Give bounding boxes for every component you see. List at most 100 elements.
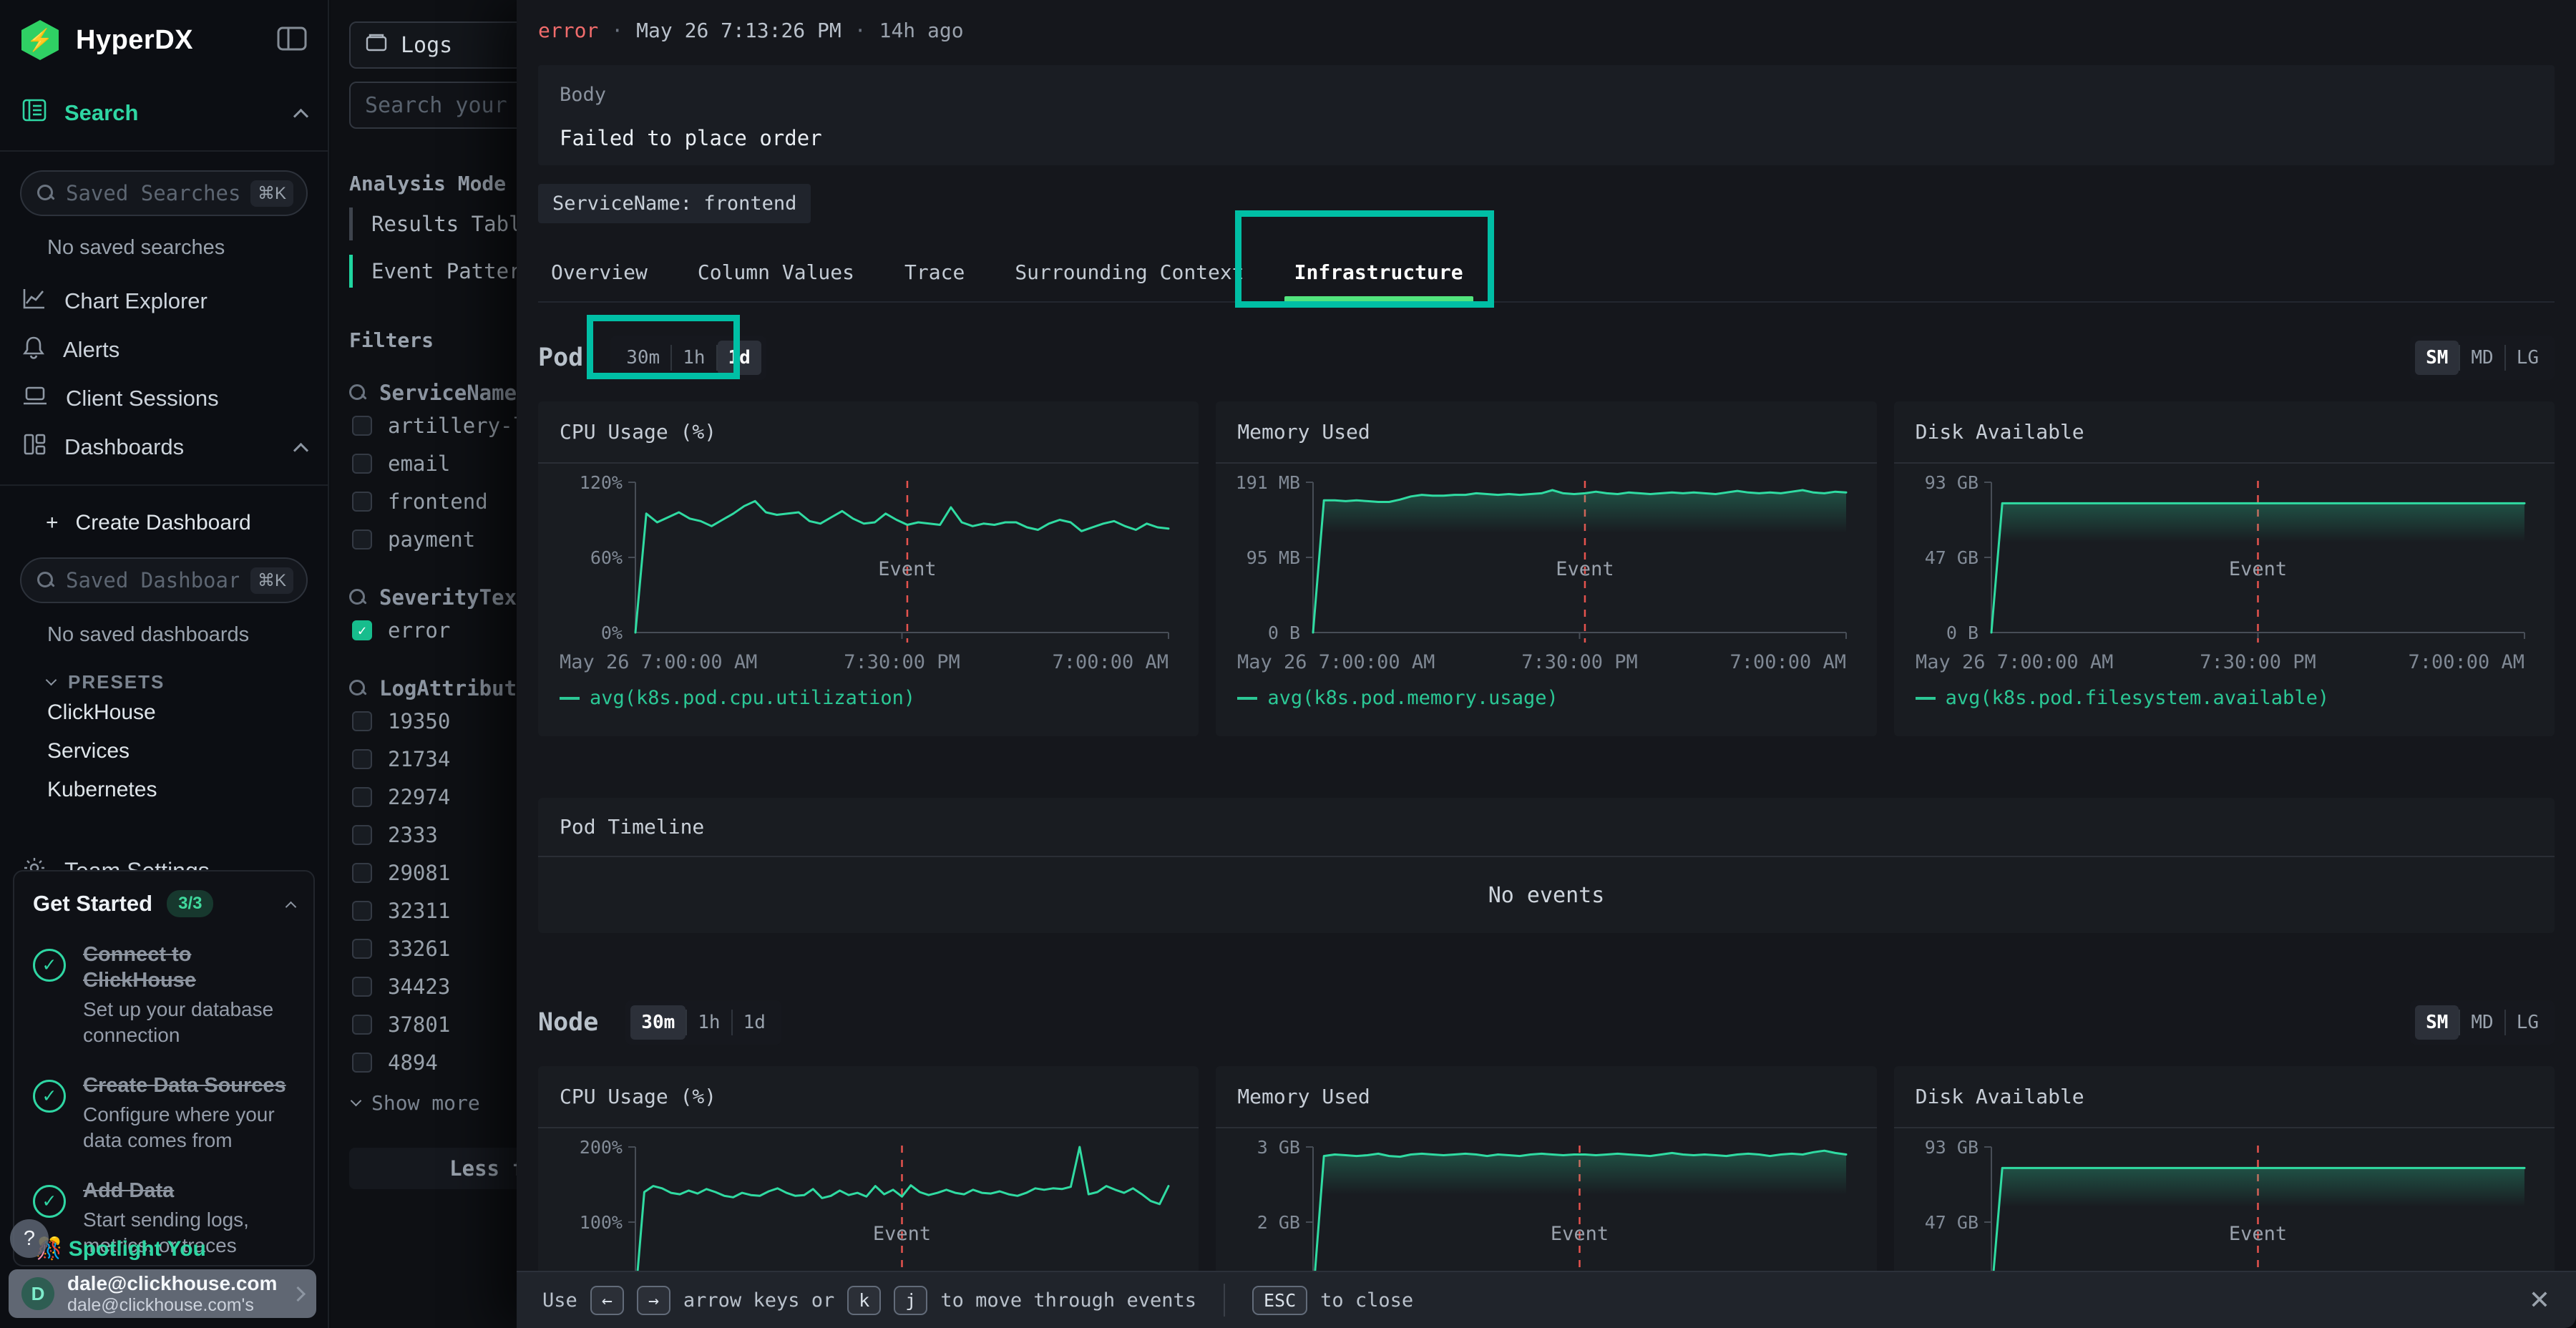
user-account-chip[interactable]: D dale@clickhouse.com dale@clickhouse.co… <box>9 1269 316 1318</box>
help-button[interactable]: ? <box>10 1219 49 1258</box>
svg-text:100%: 100% <box>580 1212 623 1233</box>
keyboard-hints-bar: Use ← → arrow keys or k j to move throug… <box>517 1271 2576 1328</box>
preset-kubernetes[interactable]: Kubernetes <box>0 771 328 809</box>
checkbox[interactable]: ✓ <box>352 620 372 640</box>
sidebar-item-search[interactable]: Search <box>0 89 328 137</box>
search-icon <box>37 572 54 589</box>
tab-overview[interactable]: Overview <box>551 249 648 301</box>
sidebar-item-chart-explorer[interactable]: Chart Explorer <box>0 277 328 326</box>
node-range-1h[interactable]: 1h <box>687 1005 731 1040</box>
presets-list: ClickHouseServicesKubernetes <box>0 693 328 809</box>
user-org: dale@clickhouse.com's <box>67 1295 277 1316</box>
checkbox[interactable] <box>352 1015 372 1035</box>
svg-text:47 GB: 47 GB <box>1925 1212 1979 1233</box>
node-size-lg[interactable]: LG <box>2506 1005 2550 1040</box>
checkbox[interactable] <box>352 977 372 997</box>
checkbox[interactable] <box>352 749 372 769</box>
chart-title: Disk Available <box>1894 1066 2555 1128</box>
checkbox[interactable] <box>352 454 372 474</box>
separator-dot: · <box>854 19 867 42</box>
saved-dashboards-input[interactable]: Saved Dashboards ⌘K <box>20 557 308 603</box>
service-name-chip[interactable]: ServiceName: frontend <box>538 184 811 223</box>
svg-text:7:00:00 AM: 7:00:00 AM <box>1730 651 1847 673</box>
saved-searches-input[interactable]: Saved Searches ⌘K <box>20 170 308 216</box>
tab-surrounding-context[interactable]: Surrounding Context <box>1015 249 1244 301</box>
node-range-1d[interactable]: 1d <box>733 1005 776 1040</box>
pod-range-30m[interactable]: 30m <box>615 341 670 375</box>
body-label: Body <box>560 84 2533 106</box>
presets-toggle[interactable]: PRESETS <box>47 671 328 693</box>
checkbox[interactable] <box>352 901 372 921</box>
pod-cpu-chart-card: CPU Usage (%)120%60%0%EventMay 26 7:00:0… <box>538 401 1199 736</box>
sidebar-item-dashboards[interactable]: Dashboards <box>0 423 328 472</box>
node-size-sm[interactable]: SM <box>2415 1005 2459 1040</box>
checkbox[interactable] <box>352 711 372 731</box>
sidebar-item-label: Search <box>64 100 138 126</box>
pod-size-lg[interactable]: LG <box>2506 341 2550 375</box>
tab-trace[interactable]: Trace <box>904 249 965 301</box>
node-range-30m[interactable]: 30m <box>630 1005 686 1040</box>
pod-size-sm[interactable]: SM <box>2415 341 2459 375</box>
checkbox[interactable] <box>352 492 372 512</box>
svg-text:120%: 120% <box>580 472 623 493</box>
checkbox[interactable] <box>352 863 372 883</box>
plus-icon: + <box>46 511 59 535</box>
chevron-up-icon[interactable] <box>286 901 297 912</box>
checkbox[interactable] <box>352 529 372 550</box>
pod-size-md[interactable]: MD <box>2460 341 2504 375</box>
pod-range-1d[interactable]: 1d <box>718 341 761 375</box>
node-size-md[interactable]: MD <box>2460 1005 2504 1040</box>
node-time-range-group: 30m1h1d <box>625 1000 781 1045</box>
filter-option-label: error <box>388 618 450 643</box>
logs-source-icon <box>365 31 388 59</box>
get-started-task[interactable]: ✓Connect to ClickHouseSet up your databa… <box>33 942 295 1048</box>
checkbox[interactable] <box>352 1053 372 1073</box>
hint-text: to close <box>1320 1289 1413 1312</box>
create-dashboard-button[interactable]: + Create Dashboard <box>0 499 328 547</box>
svg-text:Event: Event <box>878 558 936 580</box>
preset-clickhouse[interactable]: ClickHouse <box>0 693 328 732</box>
task-title: Add Data <box>83 1178 295 1204</box>
tab-column-values[interactable]: Column Values <box>698 249 854 301</box>
dashboards-grid-icon <box>21 431 47 463</box>
chart-title: CPU Usage (%) <box>538 401 1199 464</box>
bell-icon <box>21 334 46 366</box>
sidebar-item-client-sessions[interactable]: Client Sessions <box>0 374 328 423</box>
svg-text:60%: 60% <box>590 547 623 568</box>
svg-text:7:00:00 AM: 7:00:00 AM <box>1053 651 1169 673</box>
tab-infrastructure[interactable]: Infrastructure <box>1294 249 1463 301</box>
task-title: Connect to ClickHouse <box>83 942 295 994</box>
hint-text: to move through events <box>940 1289 1196 1312</box>
saved-searches-placeholder: Saved Searches <box>66 181 239 205</box>
divider <box>0 150 328 152</box>
sidebar: ⚡ HyperDX Search Saved Searches ⌘K No sa… <box>0 0 329 1328</box>
pod-timeline-card: Pod Timeline No events <box>538 798 2555 933</box>
sidebar-item-label: Client Sessions <box>66 386 219 411</box>
get-started-task[interactable]: ✓Create Data SourcesConfigure where your… <box>33 1073 295 1153</box>
get-started-title: Get Started <box>33 891 152 917</box>
chart-title: Disk Available <box>1894 401 2555 464</box>
mode-indicator-bar <box>349 255 353 288</box>
hyperdx-app: ⚡ HyperDX Search Saved Searches ⌘K No sa… <box>0 0 2576 1328</box>
sidebar-item-alerts[interactable]: Alerts <box>0 326 328 374</box>
create-dashboard-label: Create Dashboard <box>76 511 251 535</box>
pod-timeline-empty-state: No events <box>538 857 2555 933</box>
sidebar-collapse-icon[interactable] <box>276 25 308 56</box>
avatar: D <box>21 1277 54 1310</box>
pod-section-title: Pod <box>538 343 583 372</box>
checkbox[interactable] <box>352 416 372 436</box>
pod-time-range-group: 30m1h1d <box>610 336 766 380</box>
task-check-icon: ✓ <box>33 1185 66 1218</box>
task-check-icon: ✓ <box>33 949 66 982</box>
pod-range-1h[interactable]: 1h <box>672 341 716 375</box>
checkbox[interactable] <box>352 825 372 845</box>
saved-dashboards-placeholder: Saved Dashboards <box>66 568 239 592</box>
checkbox[interactable] <box>352 939 372 959</box>
close-icon[interactable]: ✕ <box>2529 1286 2550 1315</box>
svg-text:0%: 0% <box>601 622 623 643</box>
svg-text:93 GB: 93 GB <box>1925 472 1979 493</box>
arrow-left-key: ← <box>590 1286 624 1315</box>
preset-services[interactable]: Services <box>0 732 328 771</box>
event-details-panel: error · May 26 7:13:26 PM · 14h ago Body… <box>517 0 2576 1328</box>
checkbox[interactable] <box>352 787 372 807</box>
